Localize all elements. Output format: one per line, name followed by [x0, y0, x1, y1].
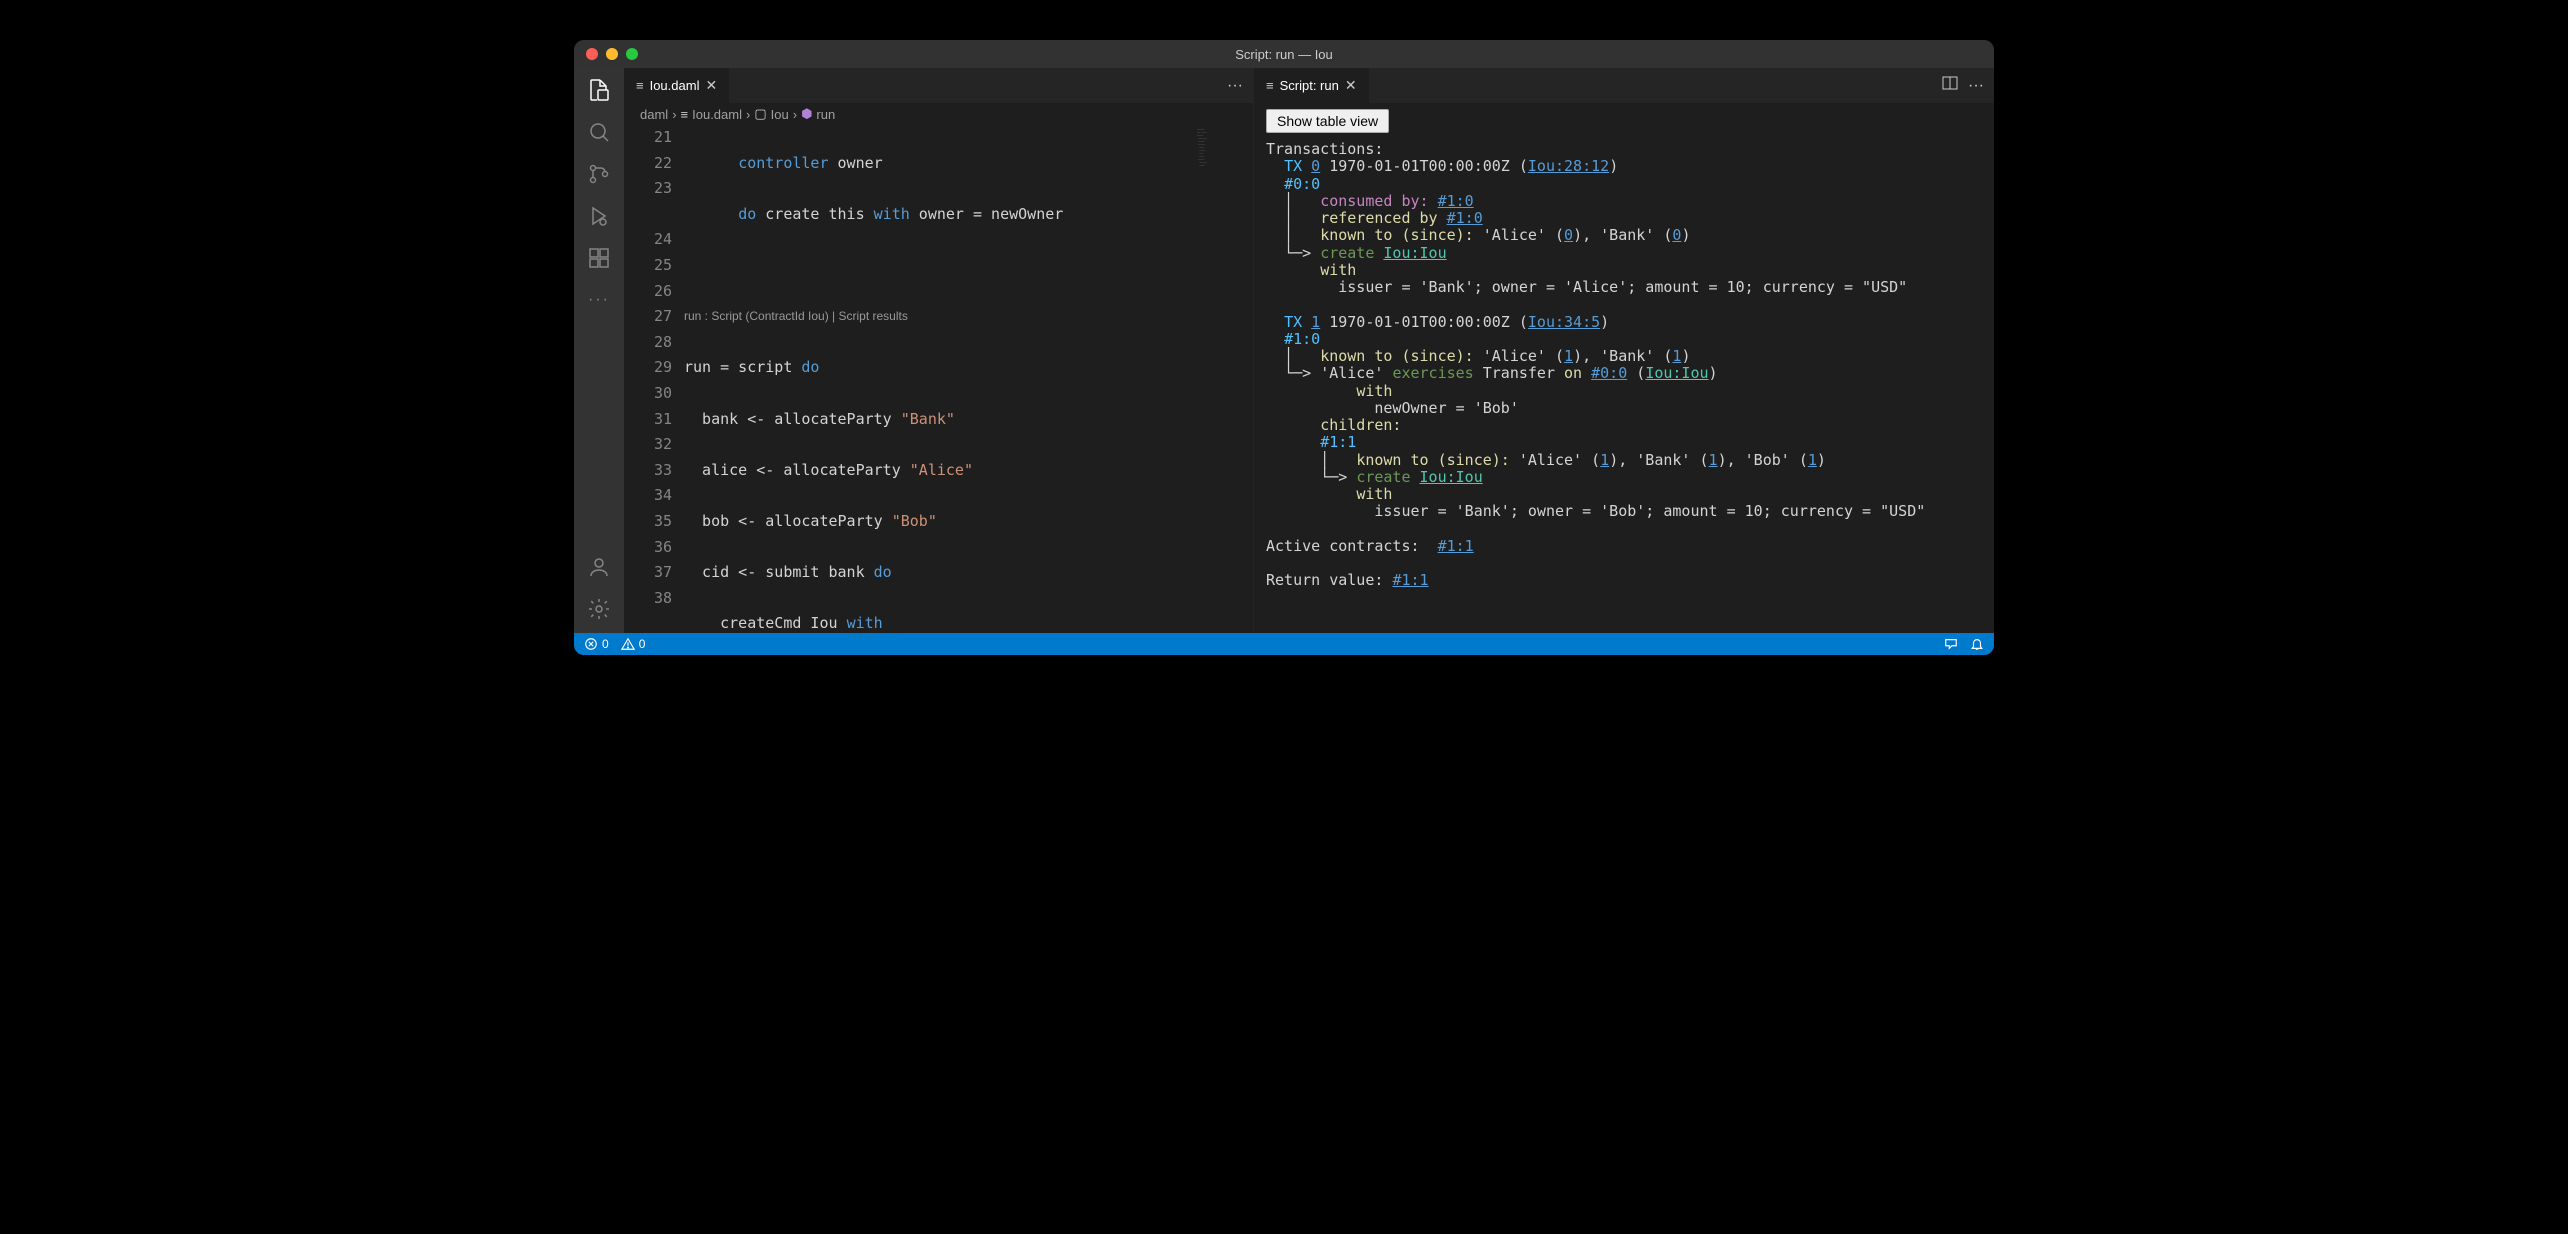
main-area: ··· ≡ Iou.daml ✕ — [574, 68, 1994, 633]
feedback-icon[interactable] — [1944, 637, 1958, 651]
tab-bar-right: ≡ Script: run ✕ ··· — [1254, 68, 1994, 103]
template-link[interactable]: Iou:Iou — [1645, 364, 1708, 382]
tab-label: Script: run — [1280, 78, 1339, 93]
statusbar: 0 0 — [574, 633, 1994, 655]
close-icon[interactable]: ✕ — [1345, 77, 1357, 94]
tx-link[interactable]: 0 — [1564, 226, 1573, 244]
chevron-right-icon: › — [746, 107, 750, 122]
run-debug-icon[interactable] — [587, 204, 611, 228]
source-control-icon[interactable] — [587, 162, 611, 186]
editor-group: ≡ Iou.daml ✕ ··· daml › ≡Iou.daml › ▢Iou… — [624, 68, 1994, 633]
symbol-icon: ⬢ — [801, 106, 812, 122]
tx-link[interactable]: 1 — [1808, 451, 1817, 469]
contract-link[interactable]: #1:1 — [1438, 537, 1474, 555]
settings-gear-icon[interactable] — [587, 597, 611, 621]
location-link[interactable]: Iou:34:5 — [1528, 313, 1600, 331]
traffic-lights — [586, 48, 638, 60]
tab-label: Iou.daml — [650, 78, 700, 93]
titlebar: Script: run — Iou — [574, 40, 1994, 68]
contract-link[interactable]: #1:1 — [1392, 571, 1428, 589]
line-gutter: 21 22 23 24 25 26 27 28 29 30 31 32 33 — [624, 125, 684, 633]
editor-pane-right: ≡ Script: run ✕ ··· Show table view Trans… — [1254, 68, 1994, 633]
split-editor-icon[interactable] — [1942, 75, 1958, 96]
script-output[interactable]: Show table viewTransactions: TX 0 1970-0… — [1254, 103, 1994, 633]
tab-script-run[interactable]: ≡ Script: run ✕ — [1254, 68, 1370, 103]
close-icon[interactable]: ✕ — [705, 77, 717, 94]
tx-link[interactable]: 1 — [1564, 347, 1573, 365]
warning-count[interactable]: 0 — [621, 637, 646, 651]
error-icon — [584, 637, 598, 651]
code-content[interactable]: controller owner do create this with own… — [684, 125, 1253, 633]
search-icon[interactable] — [587, 120, 611, 144]
tab-iou-daml[interactable]: ≡ Iou.daml ✕ — [624, 68, 730, 103]
explorer-icon[interactable] — [587, 78, 611, 102]
more-icon[interactable]: ··· — [1227, 77, 1243, 95]
window-title: Script: run — Iou — [1235, 47, 1333, 62]
contract-link[interactable]: #0:0 — [1591, 364, 1627, 382]
code-lens[interactable]: run : Script (ContractId Iou) | Script r… — [684, 304, 1253, 330]
breadcrumb-item[interactable]: ▢Iou — [754, 106, 788, 122]
more-icon[interactable]: ··· — [587, 288, 611, 312]
close-window-button[interactable] — [586, 48, 598, 60]
tx-id-link[interactable]: 1 — [1311, 313, 1320, 331]
transactions-header: Transactions: — [1266, 140, 1383, 158]
activity-bar: ··· — [574, 68, 624, 633]
template-link[interactable]: Iou:Iou — [1420, 468, 1483, 486]
contract-link[interactable]: #1:0 — [1438, 192, 1474, 210]
breadcrumb-item[interactable]: ≡Iou.daml — [681, 107, 742, 122]
tx-id-link[interactable]: 0 — [1311, 157, 1320, 175]
template-link[interactable]: Iou:Iou — [1383, 244, 1446, 262]
minimize-window-button[interactable] — [606, 48, 618, 60]
breadcrumb-item[interactable]: daml — [640, 107, 668, 122]
tab-bar-left: ≡ Iou.daml ✕ ··· — [624, 68, 1253, 103]
chevron-right-icon: › — [793, 107, 797, 122]
vscode-window: Script: run — Iou ··· — [574, 40, 1994, 655]
location-link[interactable]: Iou:28:12 — [1528, 157, 1609, 175]
tx-link[interactable]: 1 — [1600, 451, 1609, 469]
error-count[interactable]: 0 — [584, 637, 609, 651]
tx-link[interactable]: 1 — [1709, 451, 1718, 469]
chevron-right-icon: › — [672, 107, 676, 122]
file-icon: ≡ — [1266, 78, 1274, 93]
account-icon[interactable] — [587, 555, 611, 579]
breadcrumb[interactable]: daml › ≡Iou.daml › ▢Iou › ⬢run — [624, 103, 1253, 125]
notifications-icon[interactable] — [1970, 637, 1984, 651]
code-editor[interactable]: 21 22 23 24 25 26 27 28 29 30 31 32 33 — [624, 125, 1253, 633]
maximize-window-button[interactable] — [626, 48, 638, 60]
contract-link[interactable]: #1:0 — [1447, 209, 1483, 227]
more-icon[interactable]: ··· — [1968, 77, 1984, 95]
editor-pane-left: ≡ Iou.daml ✕ ··· daml › ≡Iou.daml › ▢Iou… — [624, 68, 1254, 633]
breadcrumb-item[interactable]: ⬢run — [801, 106, 835, 122]
show-table-view-button[interactable]: Show table view — [1266, 109, 1389, 133]
extensions-icon[interactable] — [587, 246, 611, 270]
warning-icon — [621, 637, 635, 651]
file-icon: ≡ — [636, 78, 644, 93]
